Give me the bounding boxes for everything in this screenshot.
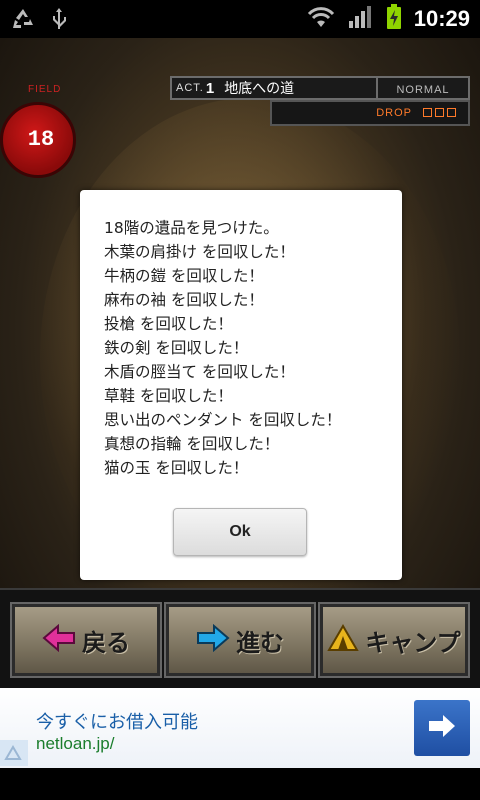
act-number: 1 — [205, 79, 215, 97]
act-label: ACT. — [176, 82, 204, 94]
drop-indicator: DROP — [270, 100, 470, 126]
ad-url[interactable]: netloan.jp/ — [36, 734, 114, 754]
difficulty-label: NORMAL — [376, 78, 468, 102]
ad-go-button[interactable] — [414, 700, 470, 756]
message-line: 牛柄の鎧 を回収した！ — [104, 267, 264, 285]
floor-badge: 18 — [0, 102, 76, 178]
wifi-icon — [306, 5, 336, 33]
floor-number: 18 — [27, 127, 55, 152]
arrow-right-icon — [427, 713, 457, 743]
arrow-right-icon — [196, 623, 230, 656]
ad-banner[interactable]: 今すぐにお借入可能 netloan.jp/ — [0, 688, 480, 768]
drop-slot — [435, 108, 444, 117]
recycle-icon — [10, 6, 36, 36]
arrow-left-icon — [42, 623, 76, 656]
status-bar: 10:29 — [0, 0, 480, 38]
message-line: 投槍 を回収した！ — [104, 315, 233, 333]
dialog-message: 18階の遺品を見つけた。 木葉の肩掛け を回収した！ 牛柄の鎧 を回収した！ 麻… — [104, 216, 394, 480]
drop-slots — [423, 108, 456, 117]
act-header: ACT. 1 地底への道 NORMAL DROP — [170, 76, 470, 136]
clock: 10:29 — [413, 6, 470, 31]
camp-label: キャンプ — [365, 628, 461, 657]
item-recovery-dialog: 18階の遺品を見つけた。 木葉の肩掛け を回収した！ 牛柄の鎧 を回収した！ 麻… — [80, 190, 402, 580]
message-line: 木盾の脛当て を回収した！ — [104, 363, 295, 381]
back-button[interactable]: 戻る — [10, 602, 162, 678]
forward-button[interactable]: 進む — [164, 602, 316, 678]
field-emblem: FIELD 18 — [0, 74, 110, 204]
drop-slot — [423, 108, 432, 117]
message-line: 鉄の剣 を回収した！ — [104, 339, 249, 357]
drop-slot — [447, 108, 456, 117]
bottom-bar — [0, 768, 480, 800]
tent-icon — [327, 624, 360, 656]
message-line: 麻布の袖 を回収した！ — [104, 291, 264, 309]
message-line: 木葉の肩掛け を回収した！ — [104, 243, 295, 261]
action-bar: 戻る 進む キャンプ — [0, 588, 480, 688]
ok-button[interactable]: Ok — [173, 508, 307, 556]
camp-button[interactable]: キャンプ — [318, 602, 470, 678]
drop-label: DROP — [376, 107, 412, 119]
ad-info-icon[interactable] — [0, 740, 28, 766]
battery-charging-icon — [386, 4, 402, 34]
usb-icon — [50, 6, 68, 36]
act-bar: ACT. 1 地底への道 NORMAL — [170, 76, 470, 102]
signal-icon — [348, 5, 374, 33]
message-line: 猫の玉 を回収した！ — [104, 459, 249, 477]
message-line: 真想の指輪 を回収した！ — [104, 435, 280, 453]
forward-label: 進む — [236, 628, 284, 657]
message-line: 思い出のペンダント を回収した！ — [104, 411, 342, 429]
field-label: FIELD — [28, 84, 62, 95]
message-line: 18階の遺品を見つけた。 — [104, 219, 279, 237]
ad-headline[interactable]: 今すぐにお借入可能 — [36, 708, 198, 734]
back-label: 戻る — [82, 628, 130, 657]
act-title: 地底への道 — [224, 81, 295, 97]
message-line: 草鞋 を回収した！ — [104, 387, 233, 405]
